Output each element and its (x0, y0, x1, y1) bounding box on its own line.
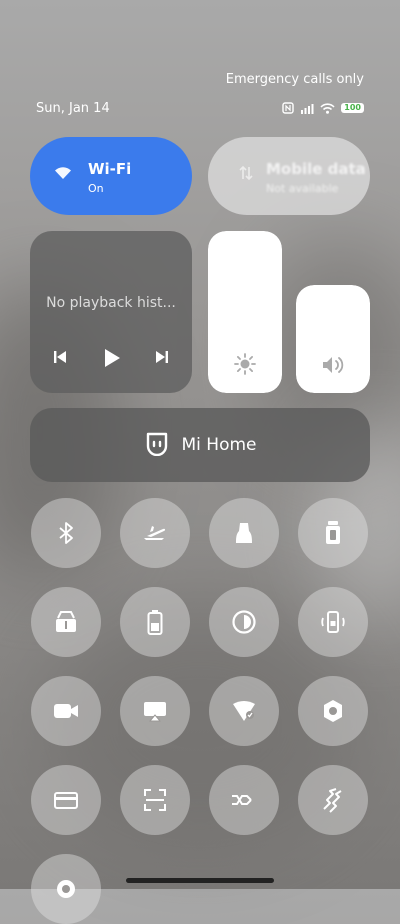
camera-icon (57, 880, 75, 898)
wifi-tile[interactable]: Wi-Fi On (30, 137, 192, 215)
location-icon (233, 701, 255, 721)
vibrate-icon (323, 788, 342, 813)
battery-saver-icon (147, 610, 163, 635)
sync-icon (232, 795, 252, 805)
mobile-data-icon (238, 165, 254, 185)
lock-rotation-toggle[interactable] (298, 587, 368, 657)
mobile-data-label: Mobile data (266, 160, 366, 178)
mobile-data-tile[interactable]: Mobile data Not available (208, 137, 370, 215)
scan-icon (144, 789, 166, 811)
wifi-status-icon (320, 102, 335, 114)
screen-record-toggle[interactable] (31, 676, 101, 746)
battery-saver-toggle[interactable] (120, 587, 190, 657)
airplane-toggle[interactable] (120, 498, 190, 568)
speaker-icon (296, 355, 370, 375)
wifi-state: On (88, 182, 104, 195)
bluetooth-toggle[interactable] (31, 498, 101, 568)
media-status-text: No playback hist... (46, 295, 176, 311)
card-icon (54, 792, 78, 809)
location-toggle[interactable] (209, 676, 279, 746)
previous-icon[interactable] (52, 349, 68, 369)
screenshot-toggle[interactable] (31, 587, 101, 657)
play-icon[interactable] (102, 348, 122, 372)
wifi-icon (54, 165, 72, 184)
camera-toggle[interactable] (31, 854, 101, 924)
mobile-data-state: Not available (266, 182, 339, 195)
bluetooth-icon (59, 522, 73, 544)
status-bar: Sun, Jan 14 100 (36, 98, 364, 118)
vibrate-toggle[interactable] (298, 765, 368, 835)
next-icon[interactable] (154, 349, 170, 369)
wifi-label: Wi-Fi (88, 160, 132, 178)
dark-mode-toggle[interactable] (209, 587, 279, 657)
cast-icon (144, 702, 166, 722)
nfc-icon (282, 102, 294, 114)
sun-icon (208, 353, 282, 375)
status-icons: 100 (282, 102, 364, 114)
settings-toggle[interactable] (298, 676, 368, 746)
network-status-text: Emergency calls only (225, 72, 364, 87)
settings-hex-icon (324, 700, 342, 722)
battery-icon: 100 (341, 103, 364, 113)
airplane-icon (144, 526, 166, 540)
lock-rotation-icon (321, 611, 345, 633)
screenshot-icon (56, 611, 76, 632)
scan-toggle[interactable] (120, 765, 190, 835)
brightness-slider[interactable] (208, 231, 282, 393)
card-toggle[interactable] (31, 765, 101, 835)
cast-toggle[interactable] (120, 676, 190, 746)
dark-mode-icon (232, 610, 256, 634)
date-text: Sun, Jan 14 (36, 100, 110, 116)
sync-toggle[interactable] (209, 765, 279, 835)
home-indicator[interactable] (126, 878, 274, 883)
flashlight-icon (236, 523, 252, 543)
volume-fill (296, 285, 370, 393)
screen-record-icon (54, 704, 78, 718)
signal-icon (301, 103, 314, 114)
mi-home-icon (144, 430, 170, 461)
volume-slider[interactable] (296, 285, 370, 393)
lantern-toggle[interactable] (298, 498, 368, 568)
flashlight-toggle[interactable] (209, 498, 279, 568)
mi-home-label: Mi Home (181, 435, 257, 455)
mi-home-button[interactable]: Mi Home (30, 408, 370, 482)
media-player-tile[interactable]: No playback hist... (30, 231, 192, 393)
lantern-icon (326, 521, 340, 544)
